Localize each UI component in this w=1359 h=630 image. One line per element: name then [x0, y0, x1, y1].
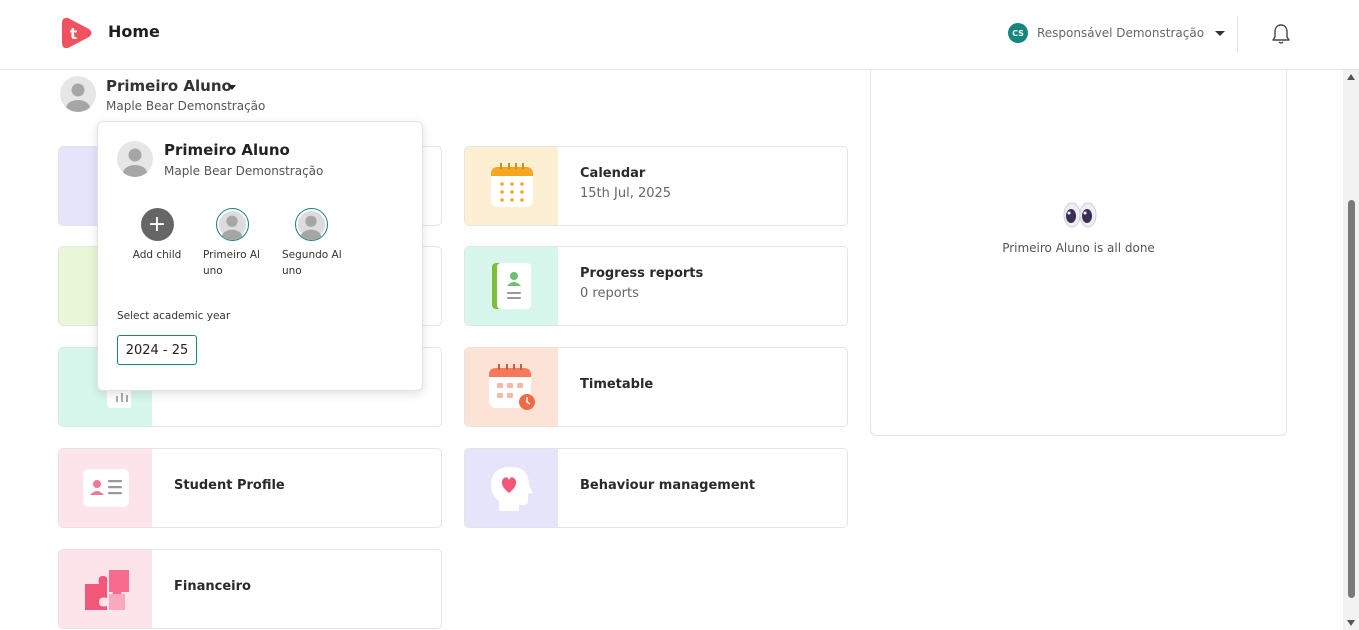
child-option-label: Add child — [132, 249, 182, 261]
child-option-label: Primeiro Aluno — [203, 249, 260, 277]
header-divider — [1237, 16, 1238, 52]
popover-student-school: Maple Bear Demonstração — [164, 164, 324, 178]
card-behaviour-management[interactable]: Behaviour management — [464, 448, 848, 528]
student-name: Primeiro Aluno — [106, 77, 232, 95]
student-school: Maple Bear Demonstração — [106, 99, 266, 113]
card-timetable[interactable]: Timetable — [464, 347, 848, 427]
puzzle-icon — [85, 570, 129, 610]
card-calendar[interactable]: Calendar 15th Jul, 2025 — [464, 146, 848, 226]
child-option-primeiro-aluno[interactable]: Primeiro Aluno — [203, 208, 275, 279]
card-title: Progress reports — [580, 266, 704, 281]
eyes-icon — [1063, 202, 1097, 228]
chevron-down-icon — [1215, 30, 1226, 36]
logo-letter: t — [70, 25, 77, 43]
page-title: Home — [108, 22, 160, 41]
head-heart-icon — [491, 467, 533, 511]
activity-panel: Primeiro Aluno is all done — [870, 70, 1287, 436]
avatar-icon — [295, 208, 328, 241]
popover-avatar — [117, 141, 153, 177]
popover-student-name: Primeiro Aluno — [164, 141, 290, 159]
child-option-segundo-aluno[interactable]: Segundo Aluno — [282, 208, 354, 279]
top-header: t Home CS Responsável Demonstração — [0, 0, 1359, 70]
student-switcher-popover: Primeiro Aluno Maple Bear Demonstração +… — [97, 121, 423, 391]
card-title: Calendar — [580, 166, 646, 181]
page-scrollbar[interactable] — [1343, 70, 1359, 630]
card-title: Timetable — [580, 377, 654, 392]
scroll-down-icon[interactable] — [1347, 620, 1355, 626]
card-subtitle: 0 reports — [580, 286, 639, 301]
student-dropdown-caret-icon[interactable] — [228, 85, 236, 90]
app-logo-icon[interactable]: t — [58, 15, 94, 51]
plus-icon: + — [140, 208, 174, 241]
add-child-button[interactable]: + Add child — [121, 208, 193, 263]
card-student-profile[interactable]: Student Profile — [58, 448, 442, 528]
report-book-icon — [492, 263, 531, 309]
child-option-label: Segundo Aluno — [282, 249, 342, 277]
bell-icon[interactable] — [1271, 23, 1291, 45]
user-avatar: CS — [1008, 23, 1028, 43]
scroll-thumb[interactable] — [1348, 200, 1355, 598]
timetable-icon — [489, 364, 535, 410]
card-title: Student Profile — [174, 478, 285, 493]
card-financeiro[interactable]: Financeiro — [58, 549, 442, 629]
avatar-icon — [216, 208, 249, 241]
scroll-up-icon[interactable] — [1347, 74, 1355, 80]
card-title: Behaviour management — [580, 478, 756, 493]
academic-year-label: Select academic year — [117, 310, 231, 322]
user-name: Responsável Demonstração — [1037, 26, 1205, 40]
id-card-icon — [83, 469, 129, 507]
user-menu[interactable]: CS Responsável Demonstração — [1008, 22, 1226, 44]
card-progress-reports[interactable]: Progress reports 0 reports — [464, 246, 848, 326]
card-subtitle: 15th Jul, 2025 — [580, 186, 672, 201]
calendar-icon — [491, 163, 533, 207]
student-avatar — [60, 76, 96, 112]
all-done-message: Primeiro Aluno is all done — [1002, 241, 1155, 255]
card-title: Financeiro — [174, 579, 251, 594]
academic-year-select[interactable]: 2024 - 25 — [117, 335, 197, 365]
